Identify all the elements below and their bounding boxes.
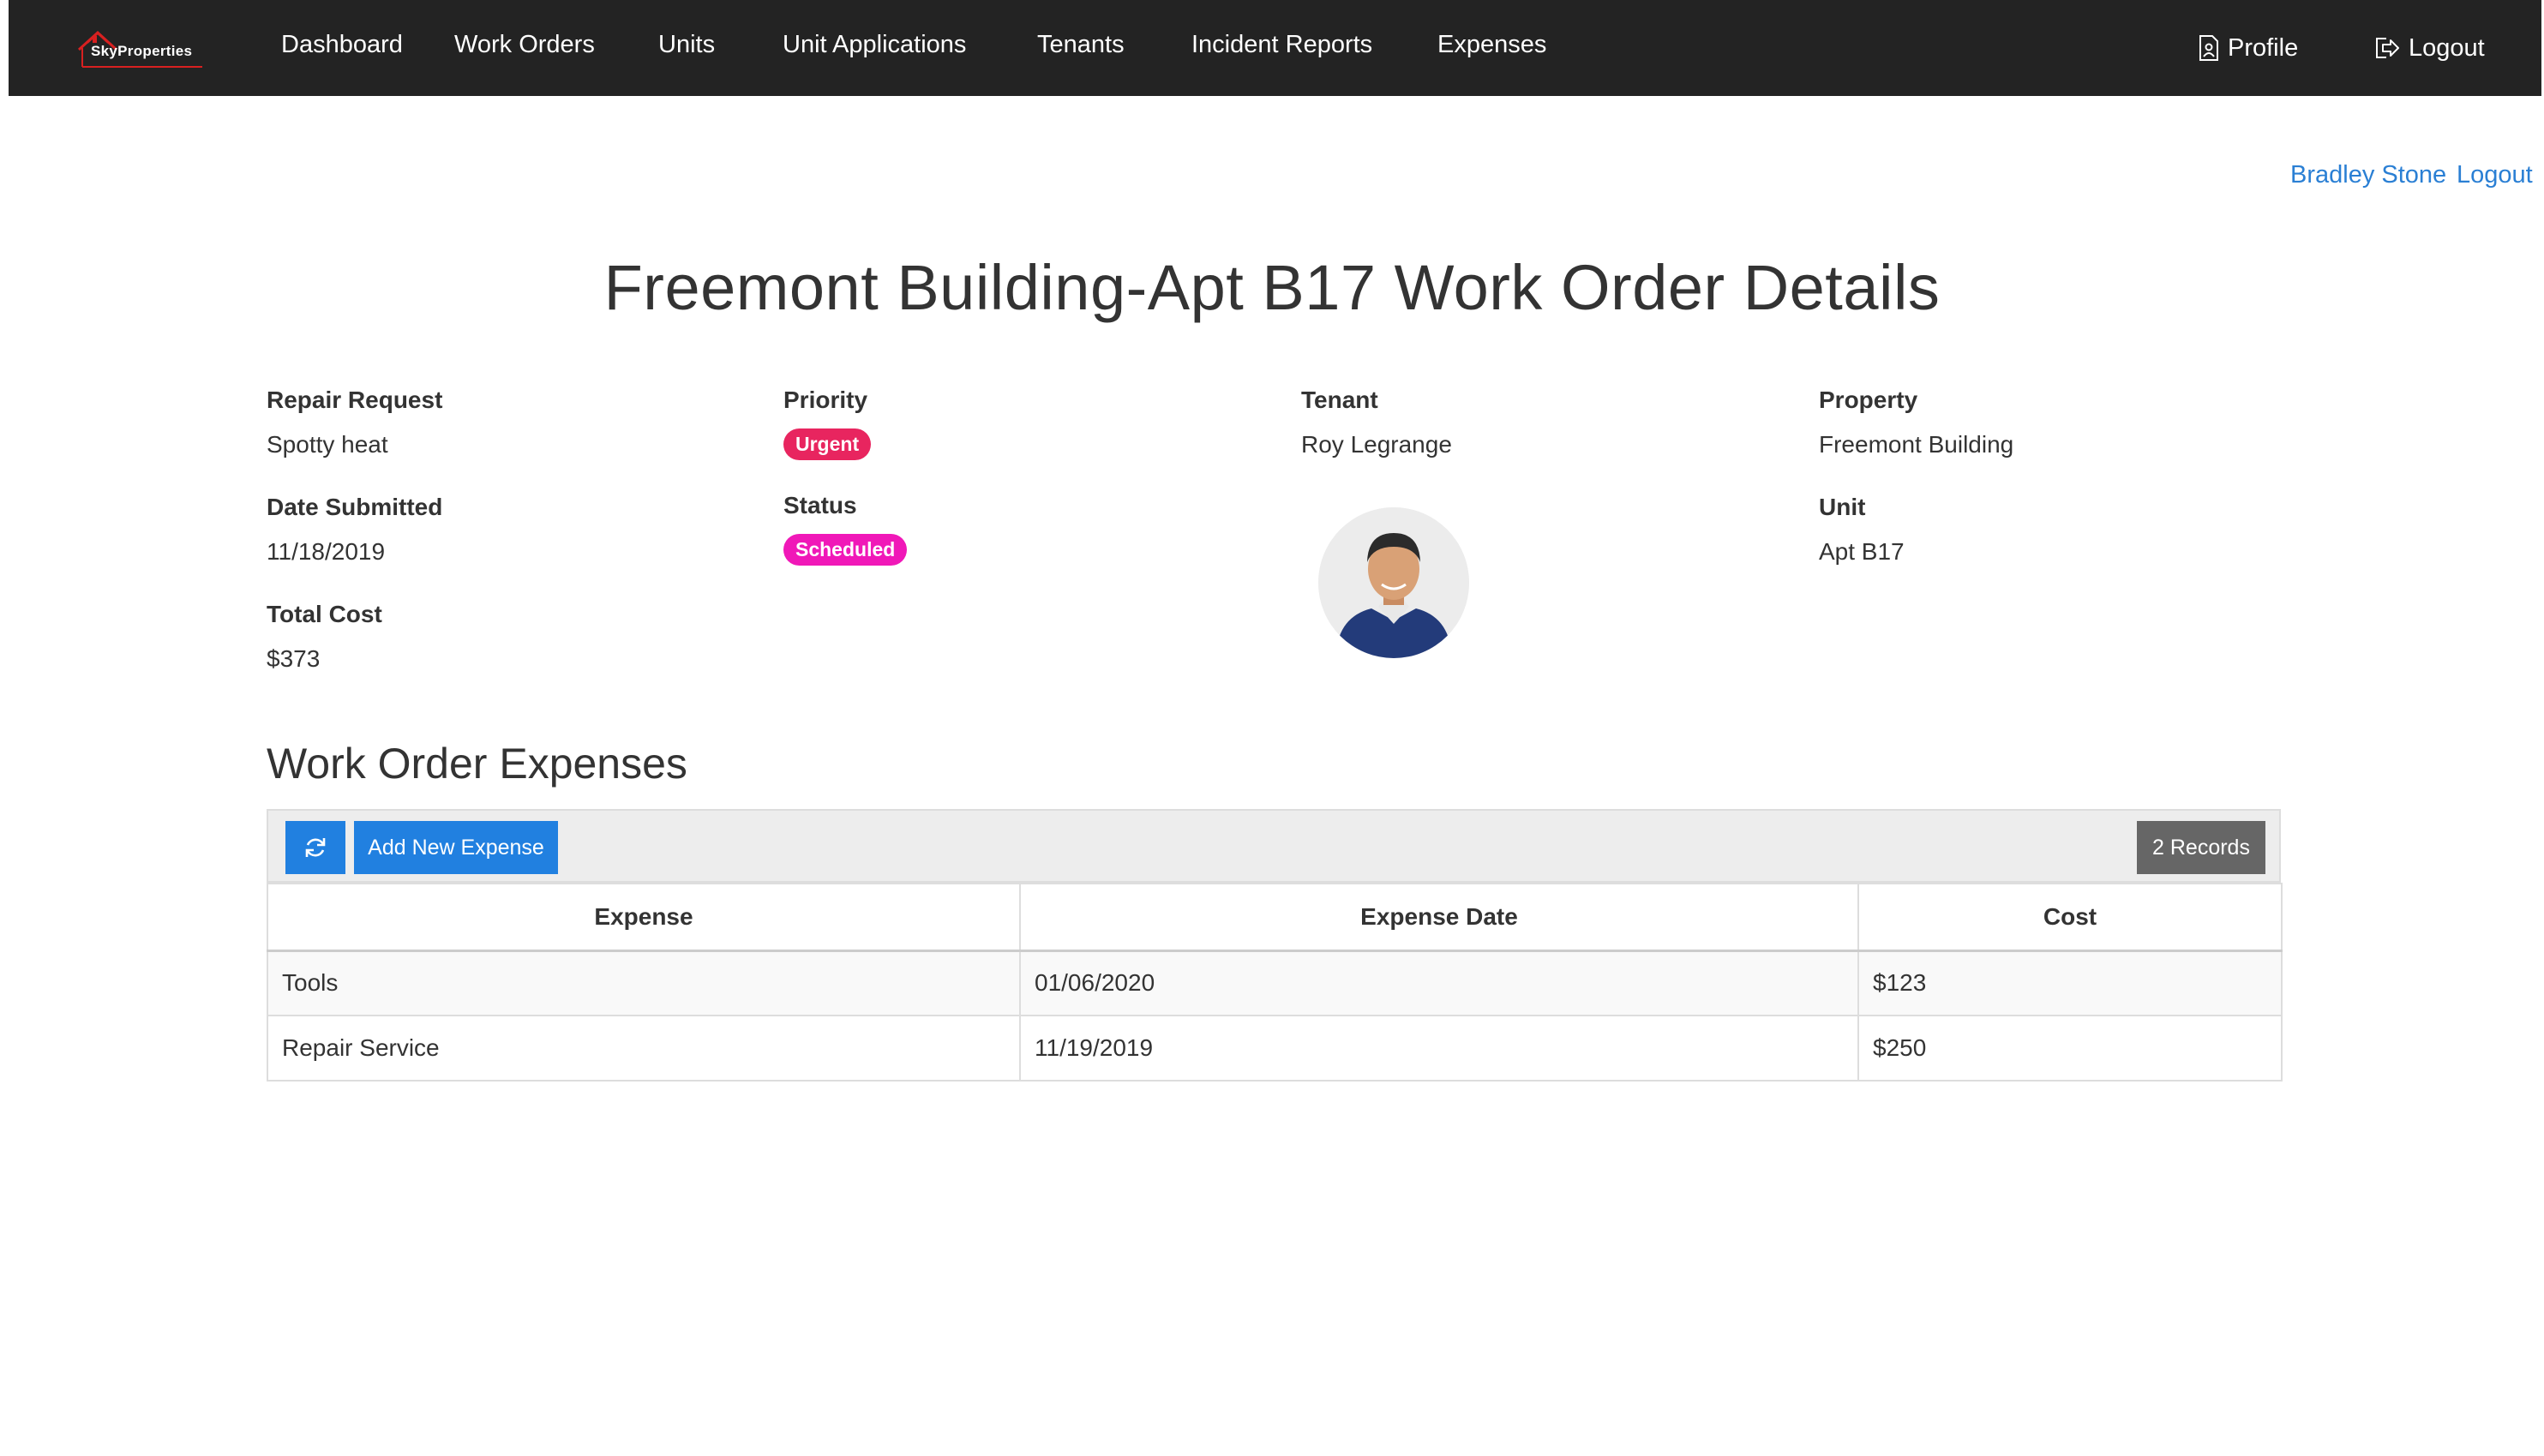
brand-logo[interactable]: SkyProperties <box>74 26 207 70</box>
nav-logout[interactable]: Logout <box>2374 0 2485 96</box>
expenses-toolbar: Add New Expense 2 Records <box>267 809 2281 883</box>
user-name-link[interactable]: Bradley Stone <box>2290 161 2446 189</box>
expenses-table: Expense Expense Date Cost Tools 01/06/20… <box>267 883 2283 1082</box>
table-header-row: Expense Expense Date Cost <box>267 883 2283 952</box>
nav-profile-label: Profile <box>2228 34 2299 62</box>
nav-expenses[interactable]: Expenses <box>1437 0 1546 96</box>
details-column-3: Tenant Roy Legrange <box>1301 387 1781 494</box>
tenant-photo <box>1318 507 1469 658</box>
priority-field: Priority Urgent <box>783 387 1263 460</box>
table-row[interactable]: Tools 01/06/2020 $123 <box>267 950 2283 1016</box>
tenant-field: Tenant Roy Legrange <box>1301 387 1781 458</box>
priority-badge: Urgent <box>783 428 872 460</box>
details-column-4: Property Freemont Building Unit Apt B17 <box>1819 387 2299 602</box>
nav-logout-label: Logout <box>2409 34 2485 62</box>
records-count-button[interactable]: 2 Records <box>2137 821 2265 874</box>
status-label: Status <box>783 492 857 518</box>
date-submitted-label: Date Submitted <box>267 494 443 520</box>
details-column-2: Priority Urgent Status Scheduled <box>783 387 1263 602</box>
tenant-label: Tenant <box>1301 386 1378 413</box>
add-new-expense-button[interactable]: Add New Expense <box>354 821 558 874</box>
status-badge: Scheduled <box>783 534 908 566</box>
details-column-1: Repair Request Spotty heat Date Submitte… <box>267 387 747 709</box>
expense-date-cell: 11/19/2019 <box>1019 1015 1859 1082</box>
nav-work-orders[interactable]: Work Orders <box>454 0 595 96</box>
table-row[interactable]: Repair Service 11/19/2019 $250 <box>267 1015 2283 1082</box>
repair-request-field: Repair Request Spotty heat <box>267 387 747 458</box>
date-submitted-value: 11/18/2019 <box>267 538 386 565</box>
nav-unit-applications[interactable]: Unit Applications <box>783 0 966 96</box>
expense-date-cell: 01/06/2020 <box>1019 950 1859 1016</box>
logout-icon <box>2376 38 2399 58</box>
priority-label: Priority <box>783 386 868 413</box>
total-cost-label: Total Cost <box>267 601 382 627</box>
nav-profile[interactable]: Profile <box>2199 0 2298 96</box>
cost-cell: $123 <box>1857 950 2283 1016</box>
profile-doc-icon <box>2199 35 2218 61</box>
brand-name: SkyProperties <box>91 43 193 59</box>
column-header-cost[interactable]: Cost <box>1857 883 2283 952</box>
repair-request-label: Repair Request <box>267 386 443 413</box>
property-field: Property Freemont Building <box>1819 387 2299 458</box>
column-header-expense-date[interactable]: Expense Date <box>1019 883 1859 952</box>
property-label: Property <box>1819 386 1918 413</box>
refresh-icon <box>305 838 326 857</box>
expenses-section-title: Work Order Expenses <box>267 740 687 788</box>
date-submitted-field: Date Submitted 11/18/2019 <box>267 494 747 565</box>
expense-cell: Repair Service <box>267 1015 1021 1082</box>
nav-dashboard[interactable]: Dashboard <box>281 0 403 96</box>
status-field: Status Scheduled <box>783 493 1263 566</box>
refresh-button[interactable] <box>285 821 345 874</box>
tenant-value: Roy Legrange <box>1301 431 1452 458</box>
unit-value: Apt B17 <box>1819 538 1905 565</box>
user-logout-link[interactable]: Logout <box>2457 161 2533 189</box>
nav-tenants[interactable]: Tenants <box>1037 0 1125 96</box>
tenant-avatar <box>1318 507 1469 658</box>
total-cost-value: $373 <box>267 645 321 672</box>
repair-request-value: Spotty heat <box>267 431 388 458</box>
total-cost-field: Total Cost $373 <box>267 602 747 672</box>
nav-units[interactable]: Units <box>658 0 715 96</box>
expense-cell: Tools <box>267 950 1021 1016</box>
cost-cell: $250 <box>1857 1015 2283 1082</box>
unit-label: Unit <box>1819 494 1866 520</box>
column-header-expense[interactable]: Expense <box>267 883 1021 952</box>
page-title: Freemont Building-Apt B17 Work Order Det… <box>603 252 1941 323</box>
property-value: Freemont Building <box>1819 431 2014 458</box>
unit-field: Unit Apt B17 <box>1819 494 2299 565</box>
nav-incident-reports[interactable]: Incident Reports <box>1191 0 1372 96</box>
top-navbar: SkyProperties Dashboard Work Orders Unit… <box>9 0 2541 96</box>
